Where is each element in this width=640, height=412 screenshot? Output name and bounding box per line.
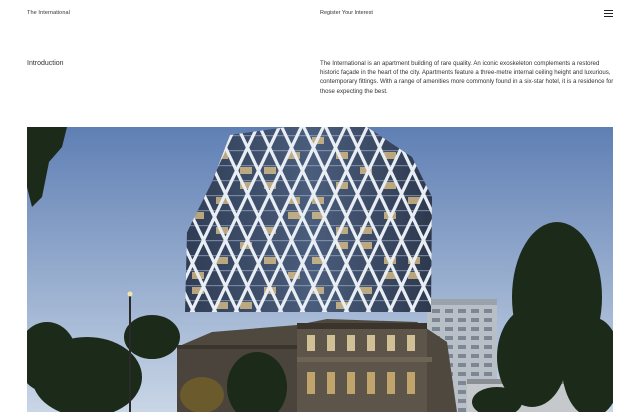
- site-title[interactable]: The International: [27, 10, 70, 16]
- intro-heading: Introduction: [27, 60, 64, 67]
- hamburger-menu-icon[interactable]: [604, 9, 614, 18]
- hero-image: [27, 127, 613, 412]
- building-render-illustration: [27, 127, 613, 412]
- menu-bar-middle: [604, 13, 613, 15]
- intro-paragraph: The International is an apartment buildi…: [320, 60, 614, 95]
- menu-bar-bottom: [604, 16, 613, 18]
- menu-bar-top: [604, 10, 613, 12]
- register-interest-link[interactable]: Register Your Interest: [320, 10, 373, 16]
- page: The International Register Your Interest…: [0, 0, 640, 412]
